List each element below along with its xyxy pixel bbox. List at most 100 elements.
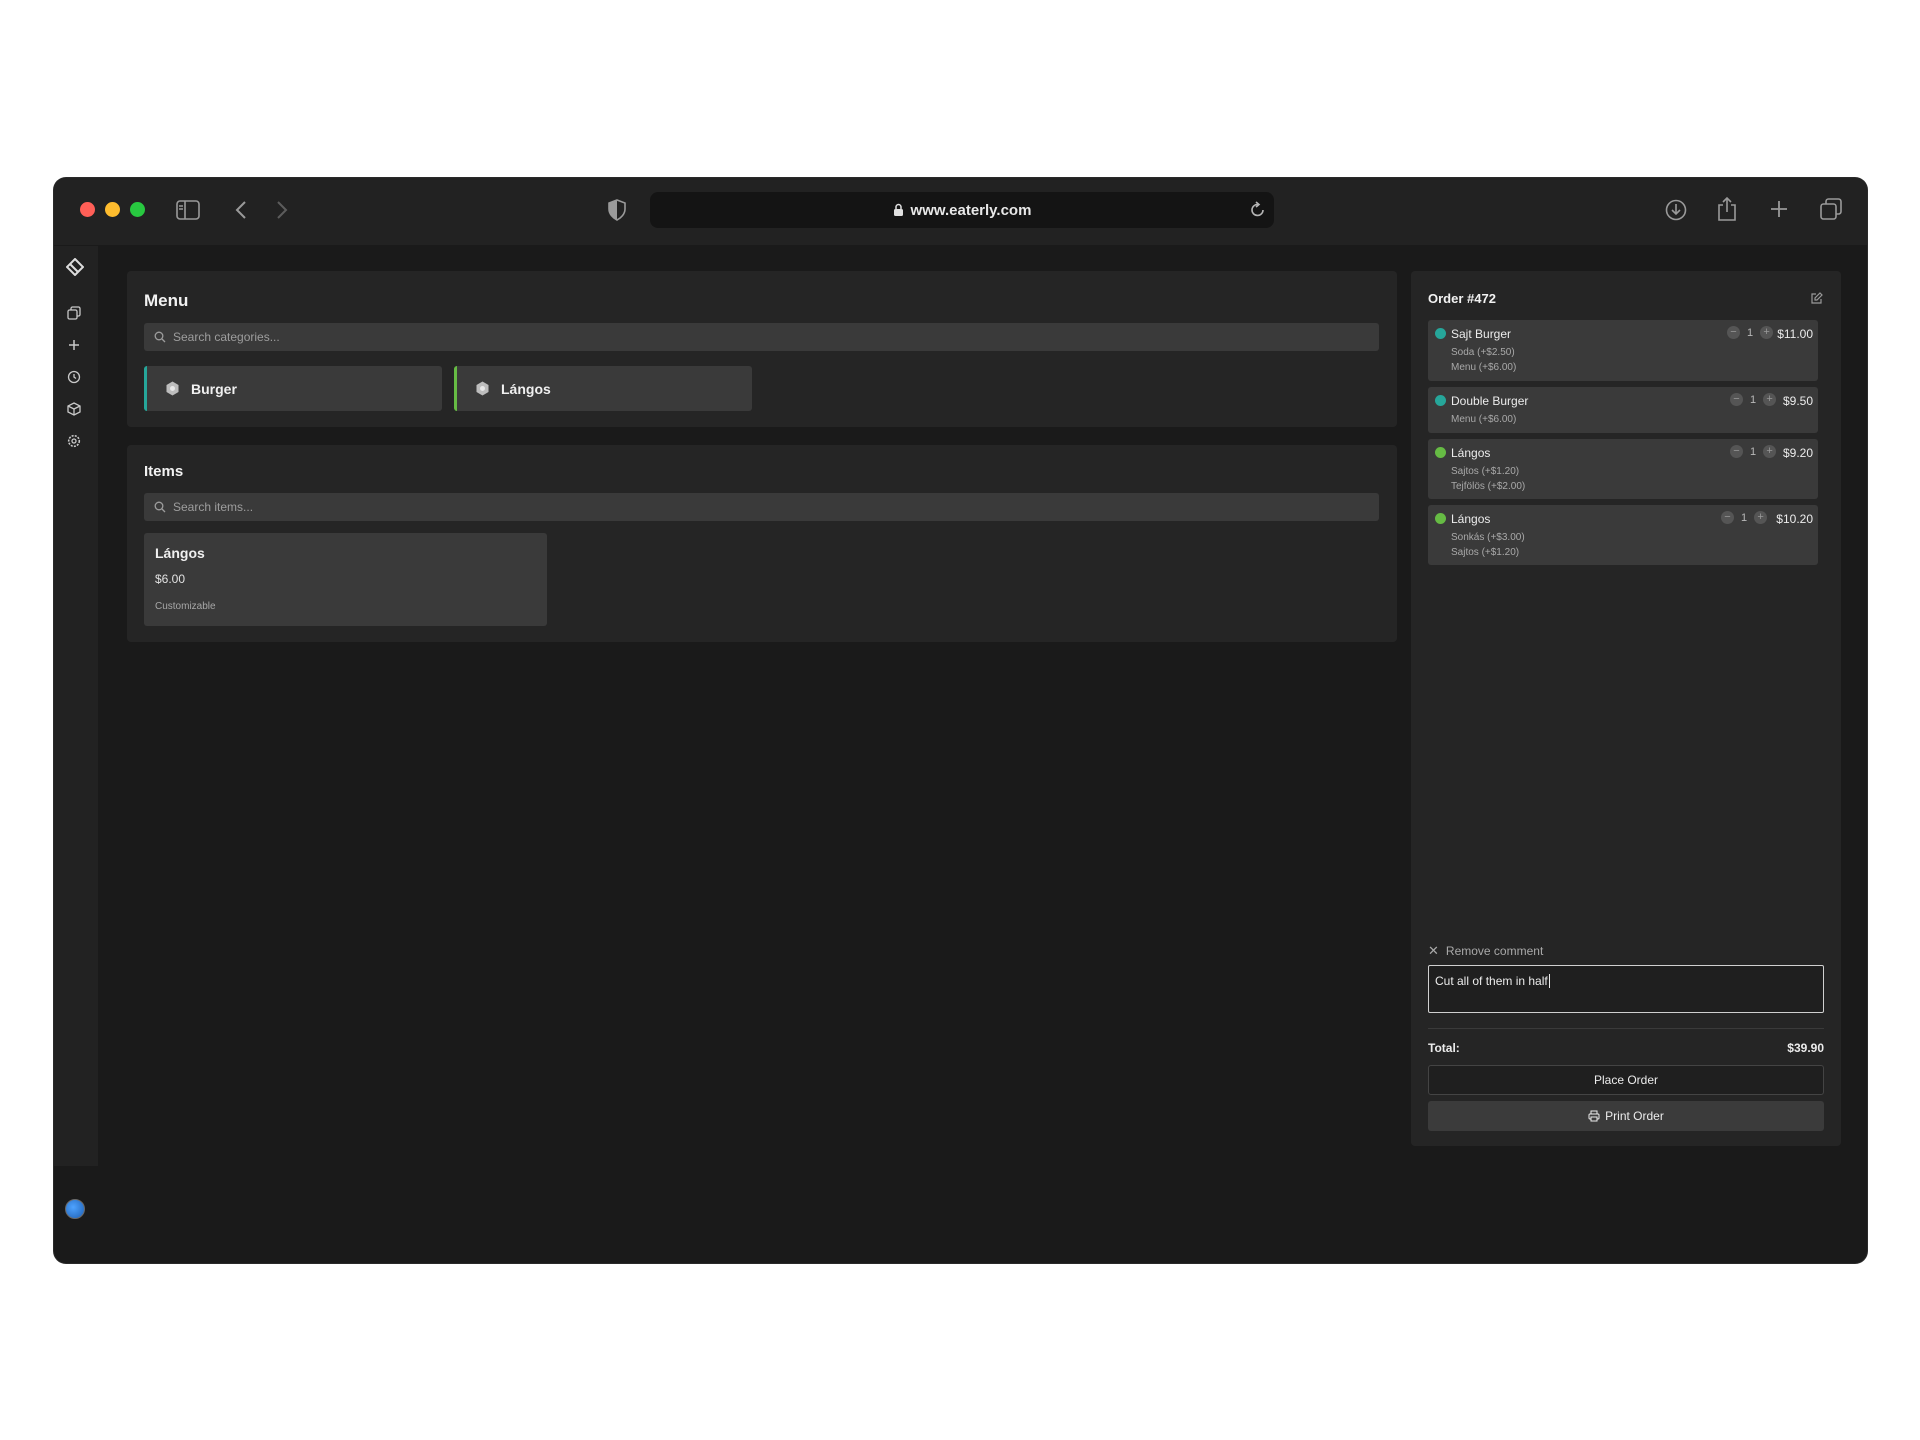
back-icon[interactable] xyxy=(235,200,247,220)
increase-quantity-button[interactable]: + xyxy=(1754,511,1768,524)
order-line-price: $10.20 xyxy=(1776,512,1813,526)
increase-quantity-button[interactable]: + xyxy=(1763,393,1777,406)
menu-title: Menu xyxy=(144,291,189,310)
order-line-option: Sajtos (+$1.20) xyxy=(1451,466,1520,477)
item-price: $6.00 xyxy=(155,572,186,586)
settings-gear-icon[interactable] xyxy=(67,434,81,448)
print-order-label: Print Order xyxy=(1605,1109,1664,1123)
comment-text: Cut all of them in half xyxy=(1435,974,1548,988)
search-icon xyxy=(154,331,166,343)
category-search-placeholder: Search categories... xyxy=(173,330,280,344)
search-icon xyxy=(154,501,166,513)
total-label: Total: xyxy=(1428,1041,1460,1055)
place-order-button[interactable]: Place Order xyxy=(1428,1065,1824,1095)
category-burger-label: Burger xyxy=(191,380,237,397)
user-avatar[interactable] xyxy=(65,1199,85,1219)
browser-toolbar: www.eaterly.com xyxy=(54,178,1867,246)
category-langos[interactable]: Lángos xyxy=(454,366,752,411)
new-tab-icon[interactable] xyxy=(1770,200,1788,218)
decrease-quantity-button[interactable]: − xyxy=(1730,393,1743,406)
share-icon[interactable] xyxy=(1717,196,1737,222)
quantity-value: 1 xyxy=(1747,326,1754,339)
zoom-window-button[interactable] xyxy=(130,202,145,217)
order-line-price: $9.50 xyxy=(1782,394,1813,408)
item-customizable-note: Customizable xyxy=(155,601,216,612)
item-name: Lángos xyxy=(155,545,205,561)
items-title: Items xyxy=(144,463,184,480)
reload-icon[interactable] xyxy=(1250,201,1266,223)
text-cursor xyxy=(1548,974,1550,988)
place-order-label: Place Order xyxy=(1593,1073,1659,1087)
quantity-stepper: − 1 + xyxy=(1730,445,1777,458)
order-line[interactable]: Sajt Burger Soda (+$2.50) Menu (+$6.00) … xyxy=(1428,320,1818,381)
category-color-dot xyxy=(1435,395,1446,406)
lock-icon xyxy=(893,203,904,217)
app-sidebar xyxy=(54,246,98,1219)
category-color-dot xyxy=(1435,328,1446,339)
order-line[interactable]: Double Burger Menu (+$6.00) − 1 + $9.50 xyxy=(1428,387,1818,433)
hexagon-icon xyxy=(475,381,490,396)
add-icon[interactable] xyxy=(67,338,81,352)
print-order-button[interactable]: Print Order xyxy=(1428,1101,1824,1131)
order-panel: Order #472 Sajt Burger Soda (+$2.50) Men… xyxy=(1411,271,1841,1146)
category-search-input[interactable]: Search categories... xyxy=(144,323,1379,351)
order-line-option: Sonkás (+$3.00) xyxy=(1451,532,1525,543)
forward-icon[interactable] xyxy=(276,200,288,220)
tab-overview-icon[interactable] xyxy=(1820,198,1842,220)
item-card-langos[interactable]: Lángos $6.00 Customizable xyxy=(144,533,547,626)
order-line-option: Tejfölös (+$2.00) xyxy=(1451,481,1526,492)
remove-comment-button[interactable]: ✕ Remove comment xyxy=(1428,943,1543,959)
divider xyxy=(1428,1028,1824,1029)
category-color-dot xyxy=(1435,447,1446,458)
quantity-stepper: − 1 + xyxy=(1730,393,1777,406)
close-icon: ✕ xyxy=(1428,943,1439,958)
menu-panel: Menu Search categories... Burger Lángos xyxy=(127,271,1397,427)
item-search-placeholder: Search items... xyxy=(173,500,254,514)
order-line[interactable]: Lángos Sajtos (+$1.20) Tejfölös (+$2.00)… xyxy=(1428,439,1818,499)
url-text: www.eaterly.com xyxy=(910,201,1032,219)
address-bar[interactable]: www.eaterly.com xyxy=(650,192,1274,228)
remove-comment-label: Remove comment xyxy=(1445,944,1544,958)
box-icon[interactable] xyxy=(67,402,81,416)
order-line-price: $11.00 xyxy=(1777,327,1813,341)
order-line-name: Lángos xyxy=(1451,512,1491,526)
order-line-name: Lángos xyxy=(1451,446,1491,460)
close-window-button[interactable] xyxy=(80,202,95,217)
sidebar-toggle-icon[interactable] xyxy=(176,200,200,220)
items-panel: Items Search items... Lángos $6.00 Custo… xyxy=(127,445,1397,642)
order-line-option: Soda (+$2.50) xyxy=(1451,347,1515,358)
order-line-name: Double Burger xyxy=(1451,394,1529,408)
order-line-price: $9.20 xyxy=(1782,446,1813,460)
increase-quantity-button[interactable]: + xyxy=(1763,445,1777,458)
copy-icon[interactable] xyxy=(67,306,81,320)
logo-icon[interactable] xyxy=(66,258,84,276)
category-burger[interactable]: Burger xyxy=(144,366,442,411)
quantity-value: 1 xyxy=(1741,511,1748,524)
order-title: Order #472 xyxy=(1428,291,1496,306)
order-line-option: Menu (+$6.00) xyxy=(1451,362,1517,373)
hexagon-icon xyxy=(165,381,180,396)
category-langos-label: Lángos xyxy=(501,380,551,397)
comment-textarea[interactable]: Cut all of them in half xyxy=(1428,965,1824,1013)
order-line[interactable]: Lángos Sonkás (+$3.00) Sajtos (+$1.20) −… xyxy=(1428,505,1818,565)
order-line-option: Sajtos (+$1.20) xyxy=(1451,547,1520,558)
minimize-window-button[interactable] xyxy=(105,202,120,217)
quantity-value: 1 xyxy=(1750,393,1757,406)
shield-icon[interactable] xyxy=(608,199,626,221)
download-icon[interactable] xyxy=(1665,199,1687,221)
increase-quantity-button[interactable]: + xyxy=(1760,326,1774,339)
item-search-input[interactable]: Search items... xyxy=(144,493,1379,521)
order-line-name: Sajt Burger xyxy=(1451,327,1512,341)
history-icon[interactable] xyxy=(67,370,81,384)
browser-window: www.eaterly.com Menu Search categories..… xyxy=(54,178,1867,1263)
printer-icon xyxy=(1588,1110,1600,1122)
quantity-stepper: − 1 + xyxy=(1721,511,1768,524)
category-color-dot xyxy=(1435,513,1446,524)
quantity-stepper: − 1 + xyxy=(1727,326,1774,339)
decrease-quantity-button[interactable]: − xyxy=(1730,445,1743,458)
edit-icon[interactable] xyxy=(1810,292,1823,305)
decrease-quantity-button[interactable]: − xyxy=(1727,326,1740,339)
quantity-value: 1 xyxy=(1750,445,1757,458)
decrease-quantity-button[interactable]: − xyxy=(1721,511,1734,524)
total-value: $39.90 xyxy=(1787,1041,1824,1055)
